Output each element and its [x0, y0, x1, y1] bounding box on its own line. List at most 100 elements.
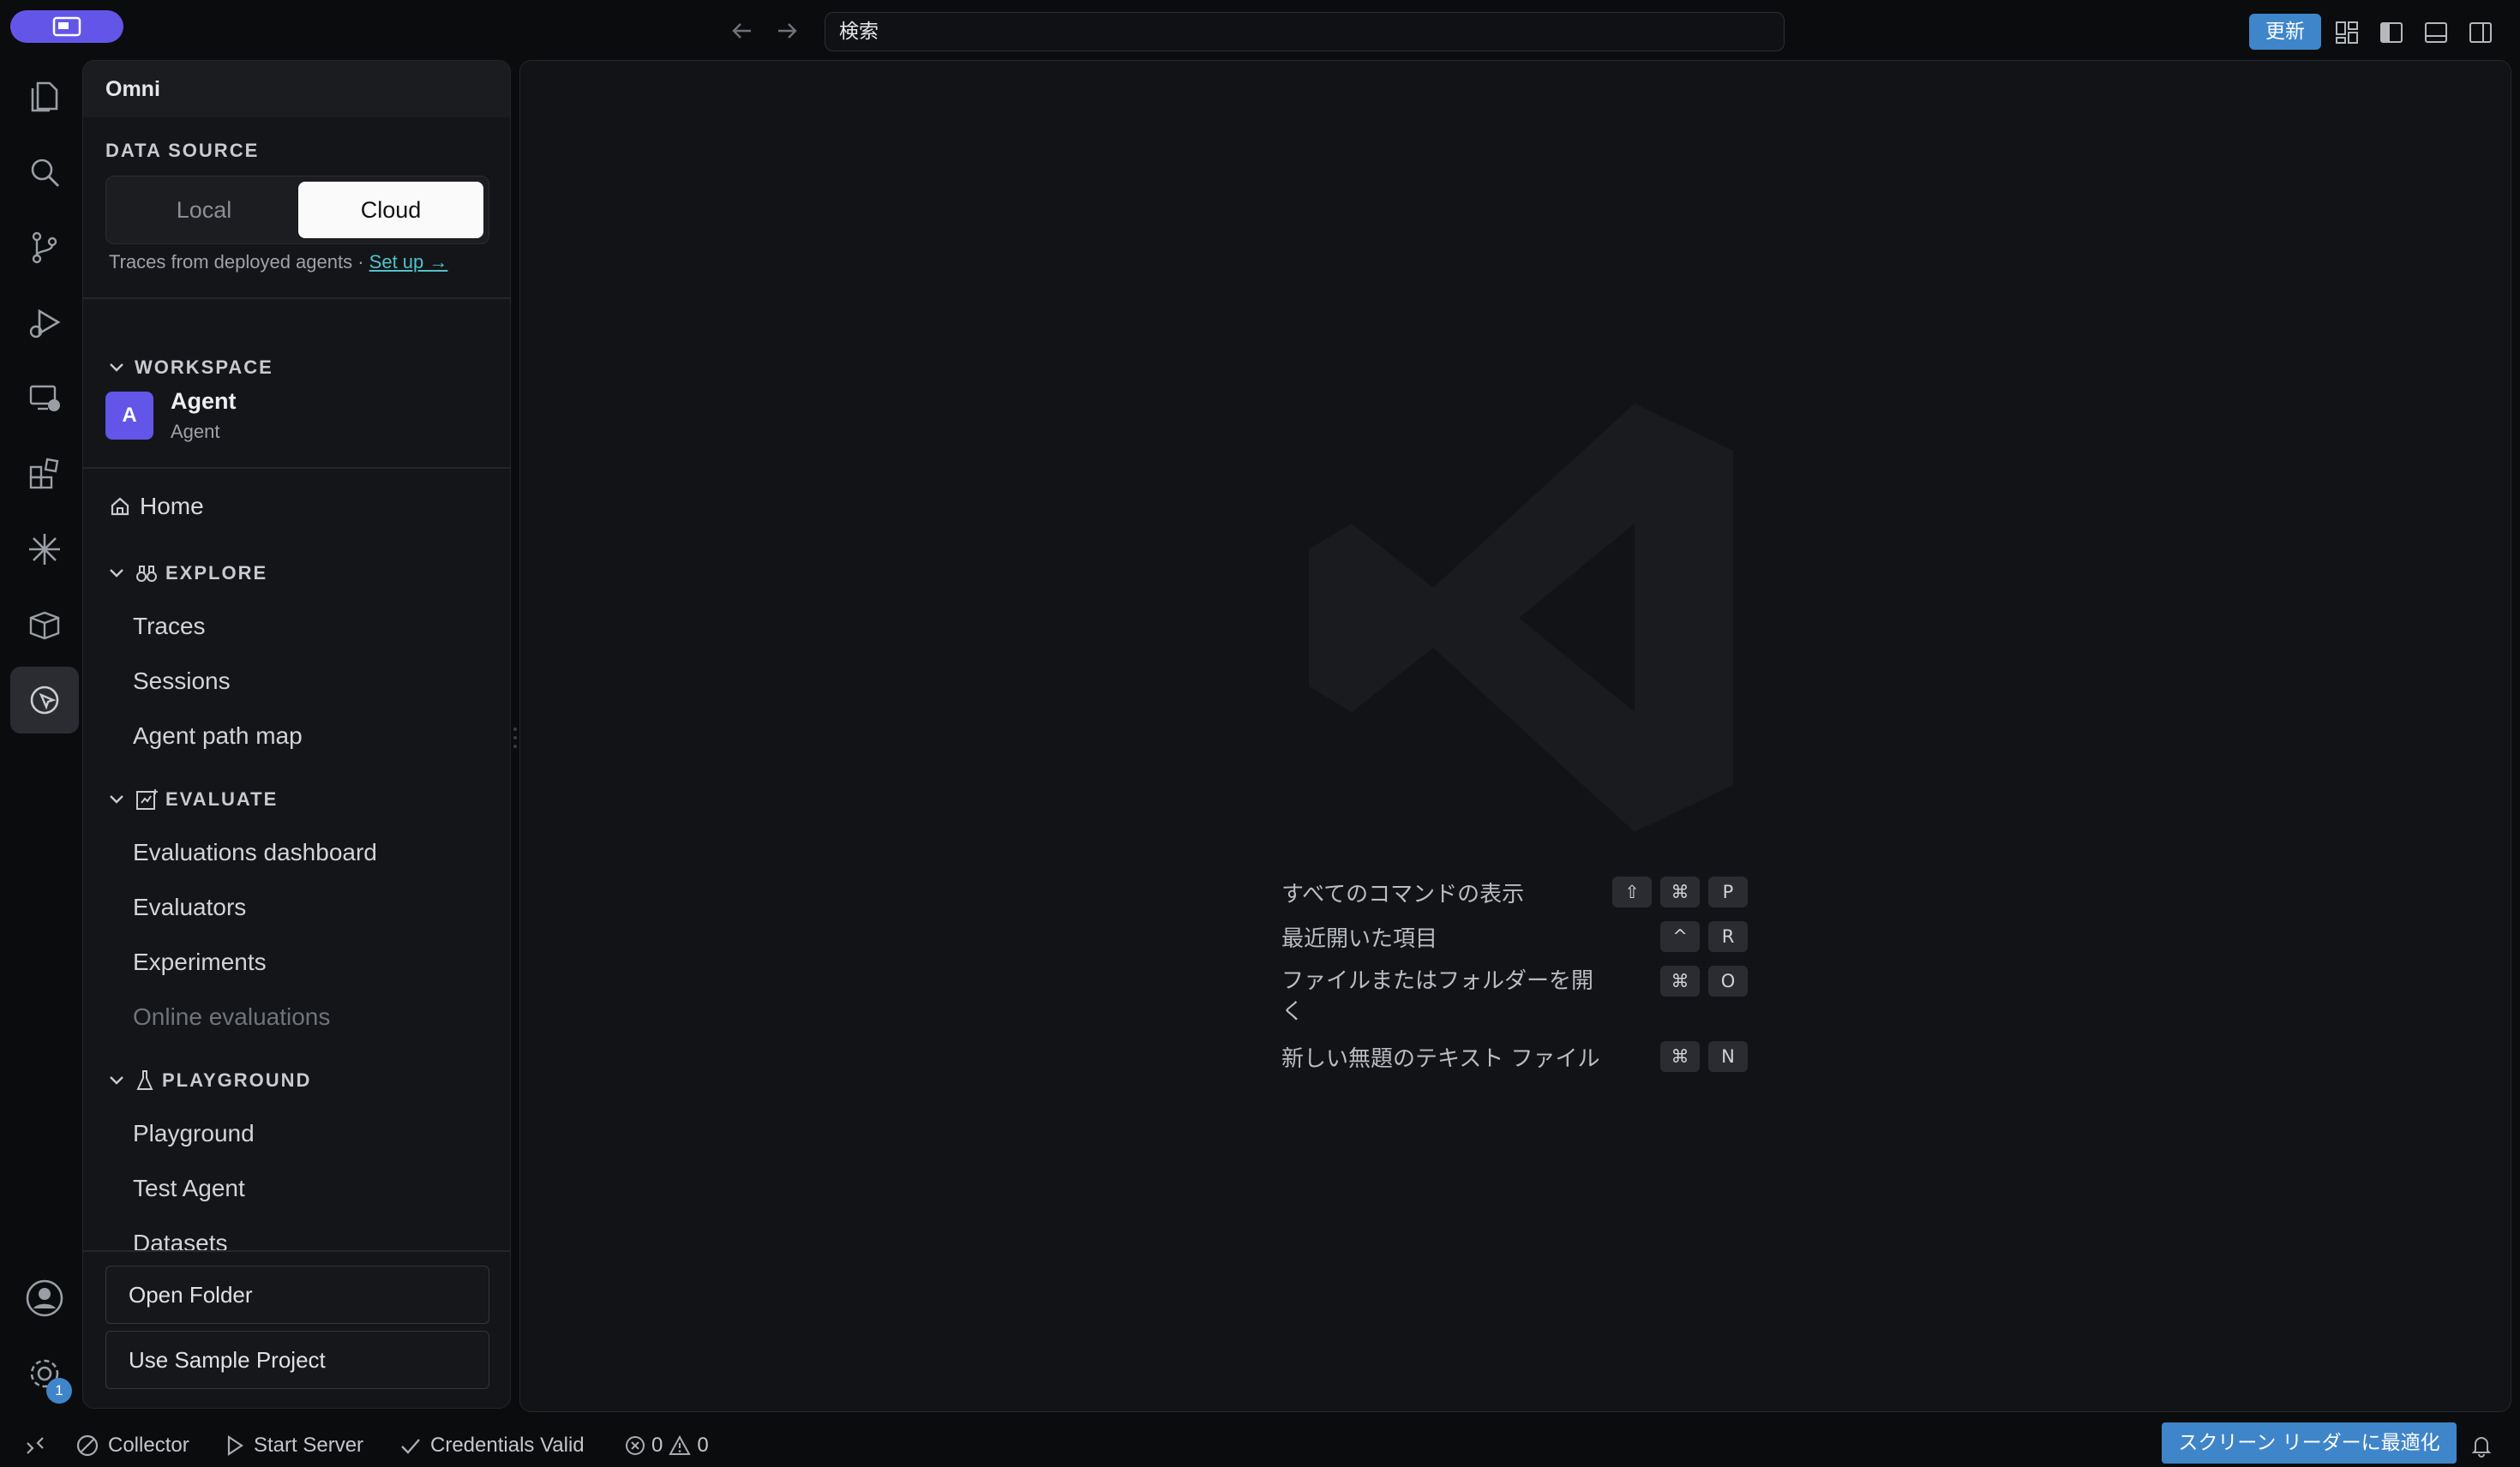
- workspace-label: WORKSPACE: [135, 356, 273, 378]
- divider: [83, 297, 510, 299]
- data-source-label: DATA SOURCE: [105, 140, 260, 161]
- activity-remote-explorer[interactable]: [10, 365, 79, 432]
- sidebar-resize-handle[interactable]: [513, 725, 518, 751]
- key-cmd: ⌘: [1660, 1041, 1700, 1072]
- shortcut-open-label: ファイルまたはフォルダーを開 く: [1281, 968, 1594, 1025]
- chevron-down-icon: [105, 1069, 128, 1092]
- activity-manage[interactable]: 1: [10, 1340, 79, 1407]
- activity-explorer[interactable]: [10, 63, 79, 130]
- activity-run-debug[interactable]: [10, 290, 79, 356]
- update-button[interactable]: 更新: [2249, 14, 2321, 50]
- chevron-down-icon: [105, 788, 128, 811]
- start-server-label: Start Server: [254, 1434, 364, 1457]
- toggle-panel-button[interactable]: [2419, 15, 2453, 50]
- chevron-down-icon: [105, 356, 128, 379]
- activity-sparkle[interactable]: [10, 516, 79, 583]
- problems-indicator[interactable]: 0 0: [624, 1431, 709, 1460]
- sparkle-icon: [29, 534, 60, 565]
- key-shift: ⇧: [1612, 877, 1652, 907]
- explorer-icon: [31, 81, 58, 112]
- nav-home[interactable]: Home: [109, 493, 204, 520]
- binoculars-icon: [136, 566, 157, 582]
- start-server-button[interactable]: Start Server: [225, 1431, 363, 1460]
- activity-source-control[interactable]: [10, 214, 79, 281]
- workspace-section-header[interactable]: WORKSPACE: [105, 350, 273, 385]
- nav-evaluations-dashboard[interactable]: Evaluations dashboard: [133, 839, 377, 866]
- key-r: R: [1708, 921, 1748, 952]
- credentials-status[interactable]: Credentials Valid: [399, 1431, 585, 1460]
- playground-section-header[interactable]: PLAYGROUND: [105, 1063, 311, 1098]
- data-source-hint: Traces from deployed agents · Set up →: [109, 251, 447, 273]
- use-sample-project-button[interactable]: Use Sample Project: [105, 1331, 489, 1389]
- nav-datasets[interactable]: Datasets: [133, 1230, 228, 1252]
- nav-evaluators[interactable]: Evaluators: [133, 894, 246, 921]
- title-bar: 検索 更新: [0, 0, 2520, 62]
- sidebar-right-icon: [2469, 22, 2492, 43]
- extensions-icon: [29, 458, 59, 489]
- activity-package[interactable]: [10, 591, 79, 658]
- back-button[interactable]: [725, 14, 759, 48]
- forward-button[interactable]: [770, 14, 804, 48]
- shortcut-recent-label: 最近開いた項目: [1281, 926, 1438, 952]
- remote-explorer-icon: [29, 385, 60, 411]
- nav-experiments[interactable]: Experiments: [133, 949, 267, 976]
- workspace-avatar[interactable]: A: [105, 392, 153, 440]
- sidebar-left-icon: [2380, 22, 2403, 43]
- status-bar: [0, 1416, 2520, 1467]
- workspace-subtitle: Agent: [171, 421, 220, 442]
- evaluate-section-header[interactable]: EVALUATE: [105, 782, 278, 817]
- activity-accounts[interactable]: [10, 1265, 79, 1332]
- sidebar-footer: Open Folder Use Sample Project: [83, 1250, 510, 1408]
- collector-status[interactable]: Collector: [75, 1431, 189, 1460]
- warning-count: 0: [697, 1434, 709, 1457]
- bell-icon: [2471, 1437, 2492, 1458]
- shortcut-show-all-commands-label: すべてのコマンドの表示: [1281, 882, 1525, 907]
- check-icon: [401, 1439, 420, 1454]
- evaluate-icon: [136, 789, 158, 810]
- remote-icon: [27, 1437, 44, 1454]
- toggle-secondary-sidebar-button[interactable]: [2463, 15, 2498, 50]
- nav-playground[interactable]: Playground: [133, 1120, 255, 1147]
- vscode-watermark-icon: [1309, 404, 1733, 832]
- app-menu-button[interactable]: [10, 10, 123, 43]
- home-icon: [111, 497, 129, 516]
- open-folder-button[interactable]: Open Folder: [105, 1266, 489, 1324]
- nav-agent-path-map[interactable]: Agent path map: [133, 722, 303, 750]
- hint-text: Traces from deployed agents ·: [109, 251, 369, 272]
- explore-section-header[interactable]: EXPLORE: [105, 556, 267, 590]
- layout-grid-icon: [2336, 21, 2358, 44]
- activity-omni[interactable]: [10, 667, 79, 734]
- data-source-cloud[interactable]: Cloud: [298, 182, 483, 238]
- activity-search[interactable]: [10, 139, 79, 206]
- setup-link[interactable]: Set up →: [369, 251, 448, 272]
- warning-icon: [669, 1434, 692, 1455]
- nav-sessions[interactable]: Sessions: [133, 668, 231, 695]
- primary-sidebar: Omni DATA SOURCE Local Cloud Traces from…: [82, 60, 511, 1409]
- remote-indicator[interactable]: [24, 1431, 46, 1460]
- source-control-icon: [32, 231, 57, 264]
- toggle-primary-sidebar-button[interactable]: [2374, 15, 2409, 50]
- settings-badge: 1: [46, 1378, 72, 1404]
- customize-layout-button[interactable]: [2330, 15, 2364, 50]
- nav-traces[interactable]: Traces: [133, 613, 206, 640]
- screen-reader-optimized-button[interactable]: スクリーン リーダーに最適化: [2162, 1422, 2457, 1464]
- key-p: P: [1708, 877, 1748, 907]
- command-center-search[interactable]: 検索: [825, 12, 1785, 51]
- activity-extensions[interactable]: [10, 440, 79, 507]
- search-icon: [31, 159, 59, 187]
- editor-area: すべてのコマンドの表示 ⇧ ⌘ P 最近開いた項目 ^ R ファイルまたはフォル…: [519, 60, 2511, 1412]
- key-ctrl: ^: [1660, 921, 1700, 952]
- sidebar-title: Omni: [83, 61, 510, 117]
- notifications-button[interactable]: [2470, 1431, 2493, 1460]
- nav-online-evaluations[interactable]: Online evaluations: [133, 1003, 330, 1031]
- package-icon: [29, 611, 60, 640]
- data-source-local[interactable]: Local: [111, 182, 297, 238]
- arrow-right-icon: [778, 23, 797, 39]
- data-source-toggle: Local Cloud: [105, 176, 489, 244]
- collector-label: Collector: [108, 1434, 189, 1457]
- play-icon: [227, 1434, 243, 1457]
- omni-icon: [30, 686, 59, 715]
- workspace-name[interactable]: Agent: [171, 388, 237, 415]
- error-icon: [626, 1436, 645, 1455]
- nav-test-agent[interactable]: Test Agent: [133, 1175, 245, 1202]
